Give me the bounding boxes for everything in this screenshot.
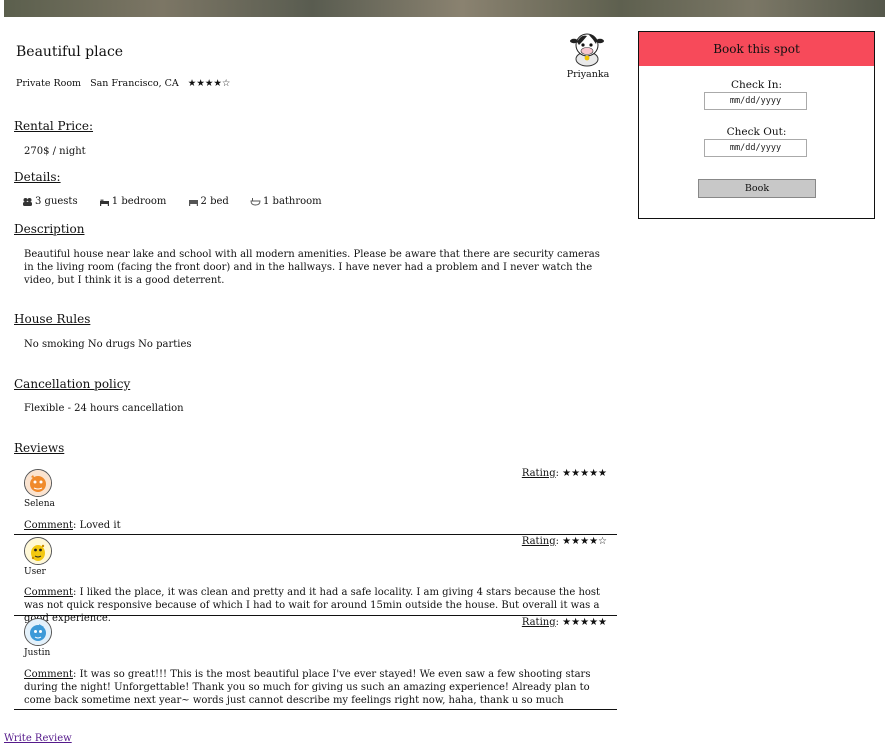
review-item: Selena Rating: ★★★★★ Comment: Loved it (14, 464, 617, 535)
room-type: Private Room (16, 78, 82, 89)
detail-guests: 3 guests (22, 196, 78, 207)
reviews-heading: Reviews (14, 441, 65, 455)
bed-icon (188, 200, 198, 206)
review-stars: ★★★★★ (562, 617, 607, 628)
review-item: Justin Rating: ★★★★★ Comment: It was so … (14, 615, 617, 710)
details-list: 3 guests 1 bedroom 2 bed 1 bathroom (22, 196, 340, 209)
listing-stars: ★★★★☆ (187, 78, 231, 89)
reviewer-avatar[interactable] (24, 618, 52, 646)
reviewer-name: Justin (24, 648, 51, 658)
review-stars: ★★★★☆ (562, 536, 607, 547)
check-in-label: Check In: (730, 79, 783, 91)
listing-location: San Francisco, CA (90, 78, 179, 89)
reviewer-name: Selena (24, 499, 55, 509)
review-comment-text: Loved it (79, 520, 121, 531)
bathroom-icon (250, 198, 261, 206)
bedroom-icon (99, 199, 109, 206)
review-comment-text: It was so great!!! This is the most beau… (24, 669, 591, 706)
description-heading: Description (14, 222, 85, 236)
house-rules-heading: House Rules (14, 312, 91, 326)
booking-panel: Book this spot Check In: mm/dd/yyyy Chec… (638, 31, 875, 219)
listing-title: Beautiful place (16, 44, 124, 60)
check-in-date-input[interactable]: mm/dd/yyyy (704, 92, 807, 110)
detail-bathrooms: 1 bathroom (250, 196, 322, 207)
header-banner-image (4, 0, 885, 17)
detail-beds: 2 bed (188, 196, 229, 207)
review-item: User Rating: ★★★★☆ Comment: I liked the … (14, 534, 617, 624)
cancellation-text: Flexible - 24 hours cancellation (24, 403, 184, 414)
listing-meta: Private Room San Francisco, CA ★★★★☆ (16, 78, 236, 89)
guests-icon (23, 198, 32, 206)
cancellation-heading: Cancellation policy (14, 377, 131, 391)
description-text: Beautiful house near lake and school wit… (24, 249, 600, 286)
check-out-label: Check Out: (726, 126, 787, 138)
reviewer-avatar[interactable] (24, 469, 52, 497)
write-review-link[interactable]: Write Review (4, 733, 72, 744)
rental-price-heading: Rental Price: (14, 119, 94, 133)
review-rating: Rating: ★★★★★ (521, 617, 607, 628)
review-comment: Comment: Loved it (24, 520, 121, 531)
review-rating: Rating: ★★★★☆ (521, 536, 607, 547)
host-avatar[interactable] (569, 29, 605, 67)
rental-price-heading-text: Rental Price (14, 119, 89, 133)
details-heading: Details: (14, 170, 61, 184)
details-heading-text: Details (14, 170, 57, 184)
review-stars: ★★★★★ (562, 468, 607, 479)
reviewer-avatar[interactable] (24, 537, 52, 565)
reviewer-name: User (24, 567, 46, 577)
review-comment: Comment: It was so great!!! This is the … (24, 669, 591, 706)
host-name: Priyanka (566, 69, 610, 80)
detail-bedrooms: 1 bedroom (99, 196, 166, 207)
booking-panel-title: Book this spot (639, 32, 874, 66)
house-rules-text: No smoking No drugs No parties (24, 339, 192, 350)
rental-price-value: 270$ / night (24, 146, 86, 157)
check-out-date-input[interactable]: mm/dd/yyyy (704, 139, 807, 157)
book-button[interactable]: Book (698, 179, 816, 198)
review-rating: Rating: ★★★★★ (521, 468, 607, 479)
